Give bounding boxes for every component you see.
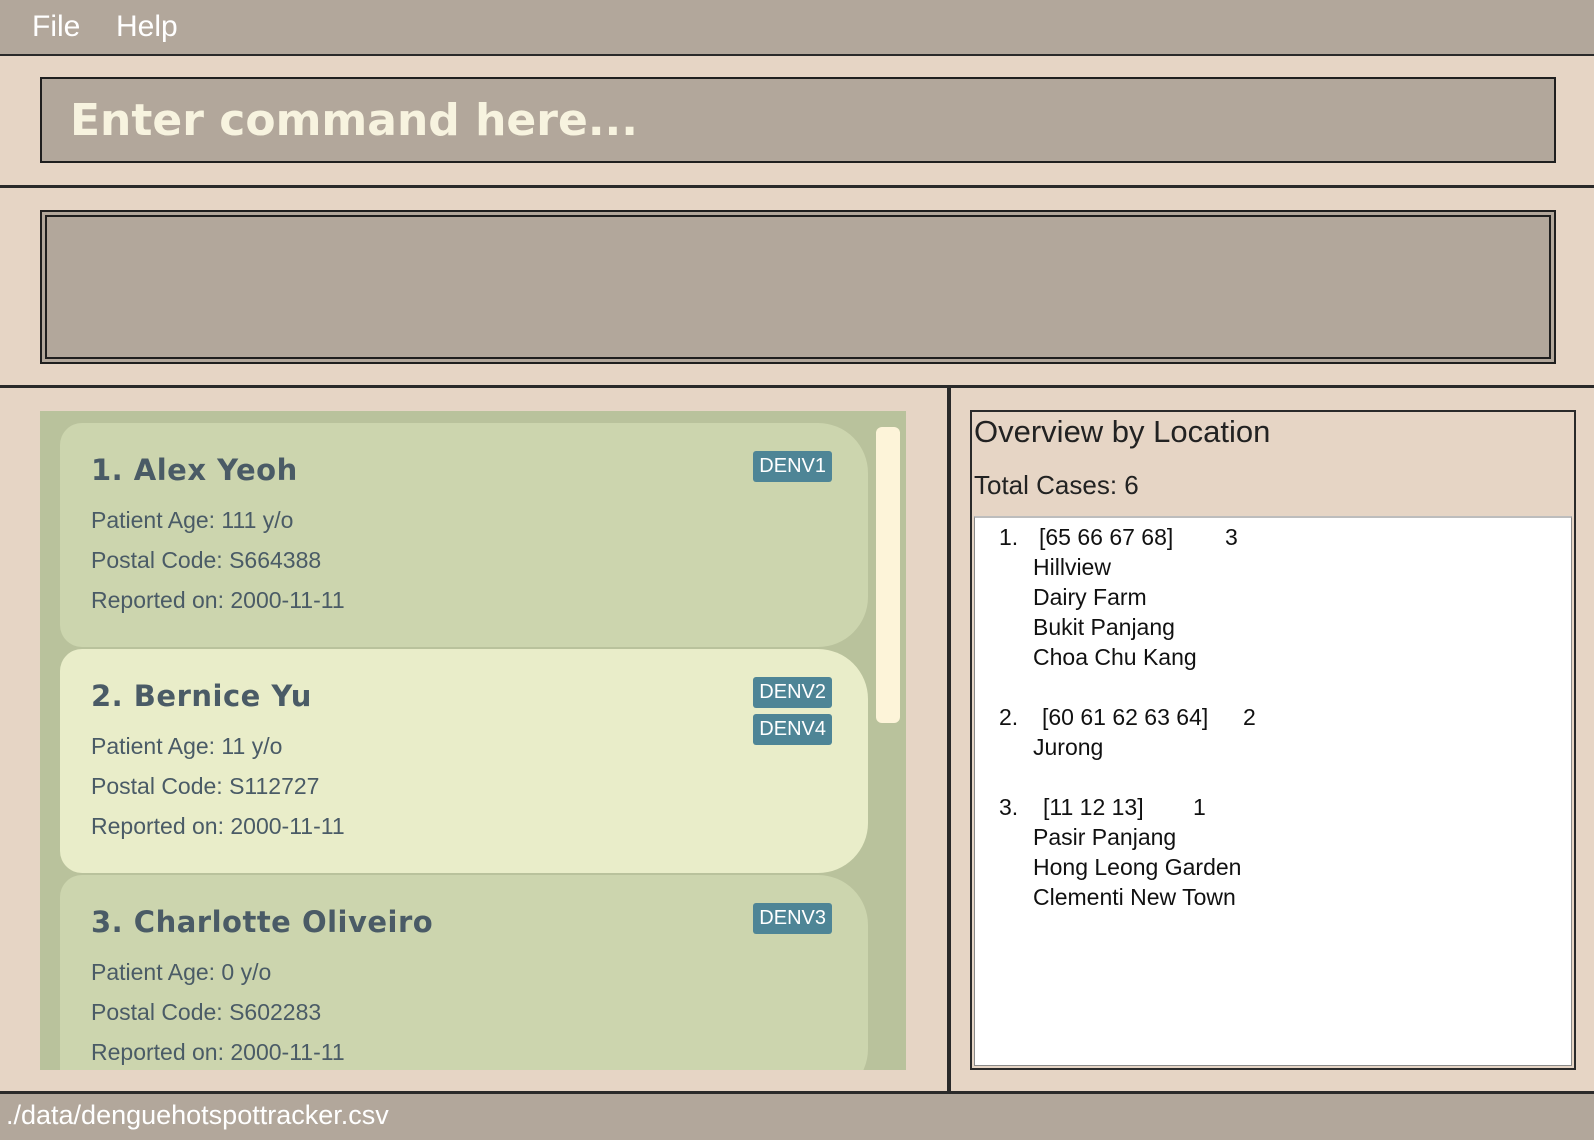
status-bar: ./data/denguehotspottracker.csv xyxy=(0,1091,1594,1140)
group-codes: [60 61 62 63 64] xyxy=(1042,704,1209,730)
panel-divider[interactable] xyxy=(947,388,951,1091)
group-codes: [65 66 67 68] xyxy=(1039,524,1174,550)
tag-badge: DENV4 xyxy=(753,714,832,745)
command-box-panel xyxy=(0,56,1594,188)
overview-title: Overview by Location xyxy=(974,414,1271,449)
reported-date: Reported on: 2000-11-11 xyxy=(91,587,345,613)
postal-code: Postal Code: S602283 xyxy=(91,999,322,1025)
menu-file[interactable]: File xyxy=(32,10,80,44)
group-count: 1 xyxy=(1193,794,1206,820)
tag-badge: DENV1 xyxy=(753,451,832,482)
group-place: Hong Leong Garden xyxy=(1033,854,1242,880)
group-index: 2. xyxy=(999,704,1019,730)
group-count: 3 xyxy=(1225,524,1238,550)
tag-badge: DENV3 xyxy=(753,903,832,934)
person-name: 3. Charlotte Oliveiro xyxy=(91,905,434,939)
postal-code: Postal Code: S664388 xyxy=(91,547,322,573)
group-place: Pasir Panjang xyxy=(1033,824,1177,850)
result-display-inner xyxy=(45,215,1551,359)
reported-date: Reported on: 2000-11-11 xyxy=(91,813,345,839)
group-place: Clementi New Town xyxy=(1033,884,1236,910)
overview-list[interactable]: 1. [65 66 67 68] 3 Hillview Dairy Farm B… xyxy=(974,516,1572,1066)
patient-age: Patient Age: 0 y/o xyxy=(91,959,272,985)
main-panel: 1. Alex Yeoh DENV1 Patient Age: 111 y/o … xyxy=(0,388,1594,1091)
total-cases: Total Cases: 6 xyxy=(974,470,1139,500)
reported-date: Reported on: 2000-11-11 xyxy=(91,1039,345,1065)
result-display-panel xyxy=(0,188,1594,388)
person-name: 1. Alex Yeoh xyxy=(91,453,298,487)
group-codes: [11 12 13] xyxy=(1043,794,1144,820)
save-location: ./data/denguehotspottracker.csv xyxy=(6,1100,389,1130)
result-display[interactable] xyxy=(40,210,1556,364)
group-place: Jurong xyxy=(1033,734,1104,760)
menu-bar: File Help xyxy=(0,0,1594,56)
person-card[interactable]: 1. Alex Yeoh DENV1 Patient Age: 111 y/o … xyxy=(60,423,868,647)
group-place: Dairy Farm xyxy=(1033,584,1147,610)
command-input[interactable] xyxy=(40,77,1556,163)
person-name: 2. Bernice Yu xyxy=(91,679,312,713)
group-index: 3. xyxy=(999,794,1019,820)
list-scrollbar-thumb[interactable] xyxy=(876,427,900,723)
group-place: Bukit Panjang xyxy=(1033,614,1175,640)
group-place: Hillview xyxy=(1033,554,1111,580)
person-card[interactable]: 2. Bernice Yu DENV2 DENV4 Patient Age: 1… xyxy=(60,649,868,873)
tag-badge: DENV2 xyxy=(753,677,832,708)
patient-age: Patient Age: 11 y/o xyxy=(91,733,283,759)
group-place: Choa Chu Kang xyxy=(1033,644,1197,670)
patient-age: Patient Age: 111 y/o xyxy=(91,507,294,533)
person-list[interactable]: 1. Alex Yeoh DENV1 Patient Age: 111 y/o … xyxy=(40,411,906,1070)
person-card[interactable]: 3. Charlotte Oliveiro DENV3 Patient Age:… xyxy=(60,875,868,1070)
group-count: 2 xyxy=(1243,704,1256,730)
menu-help[interactable]: Help xyxy=(116,10,178,44)
group-index: 1. xyxy=(999,524,1019,550)
postal-code: Postal Code: S112727 xyxy=(91,773,320,799)
overview-panel: Overview by Location Total Cases: 6 1. [… xyxy=(970,410,1576,1070)
